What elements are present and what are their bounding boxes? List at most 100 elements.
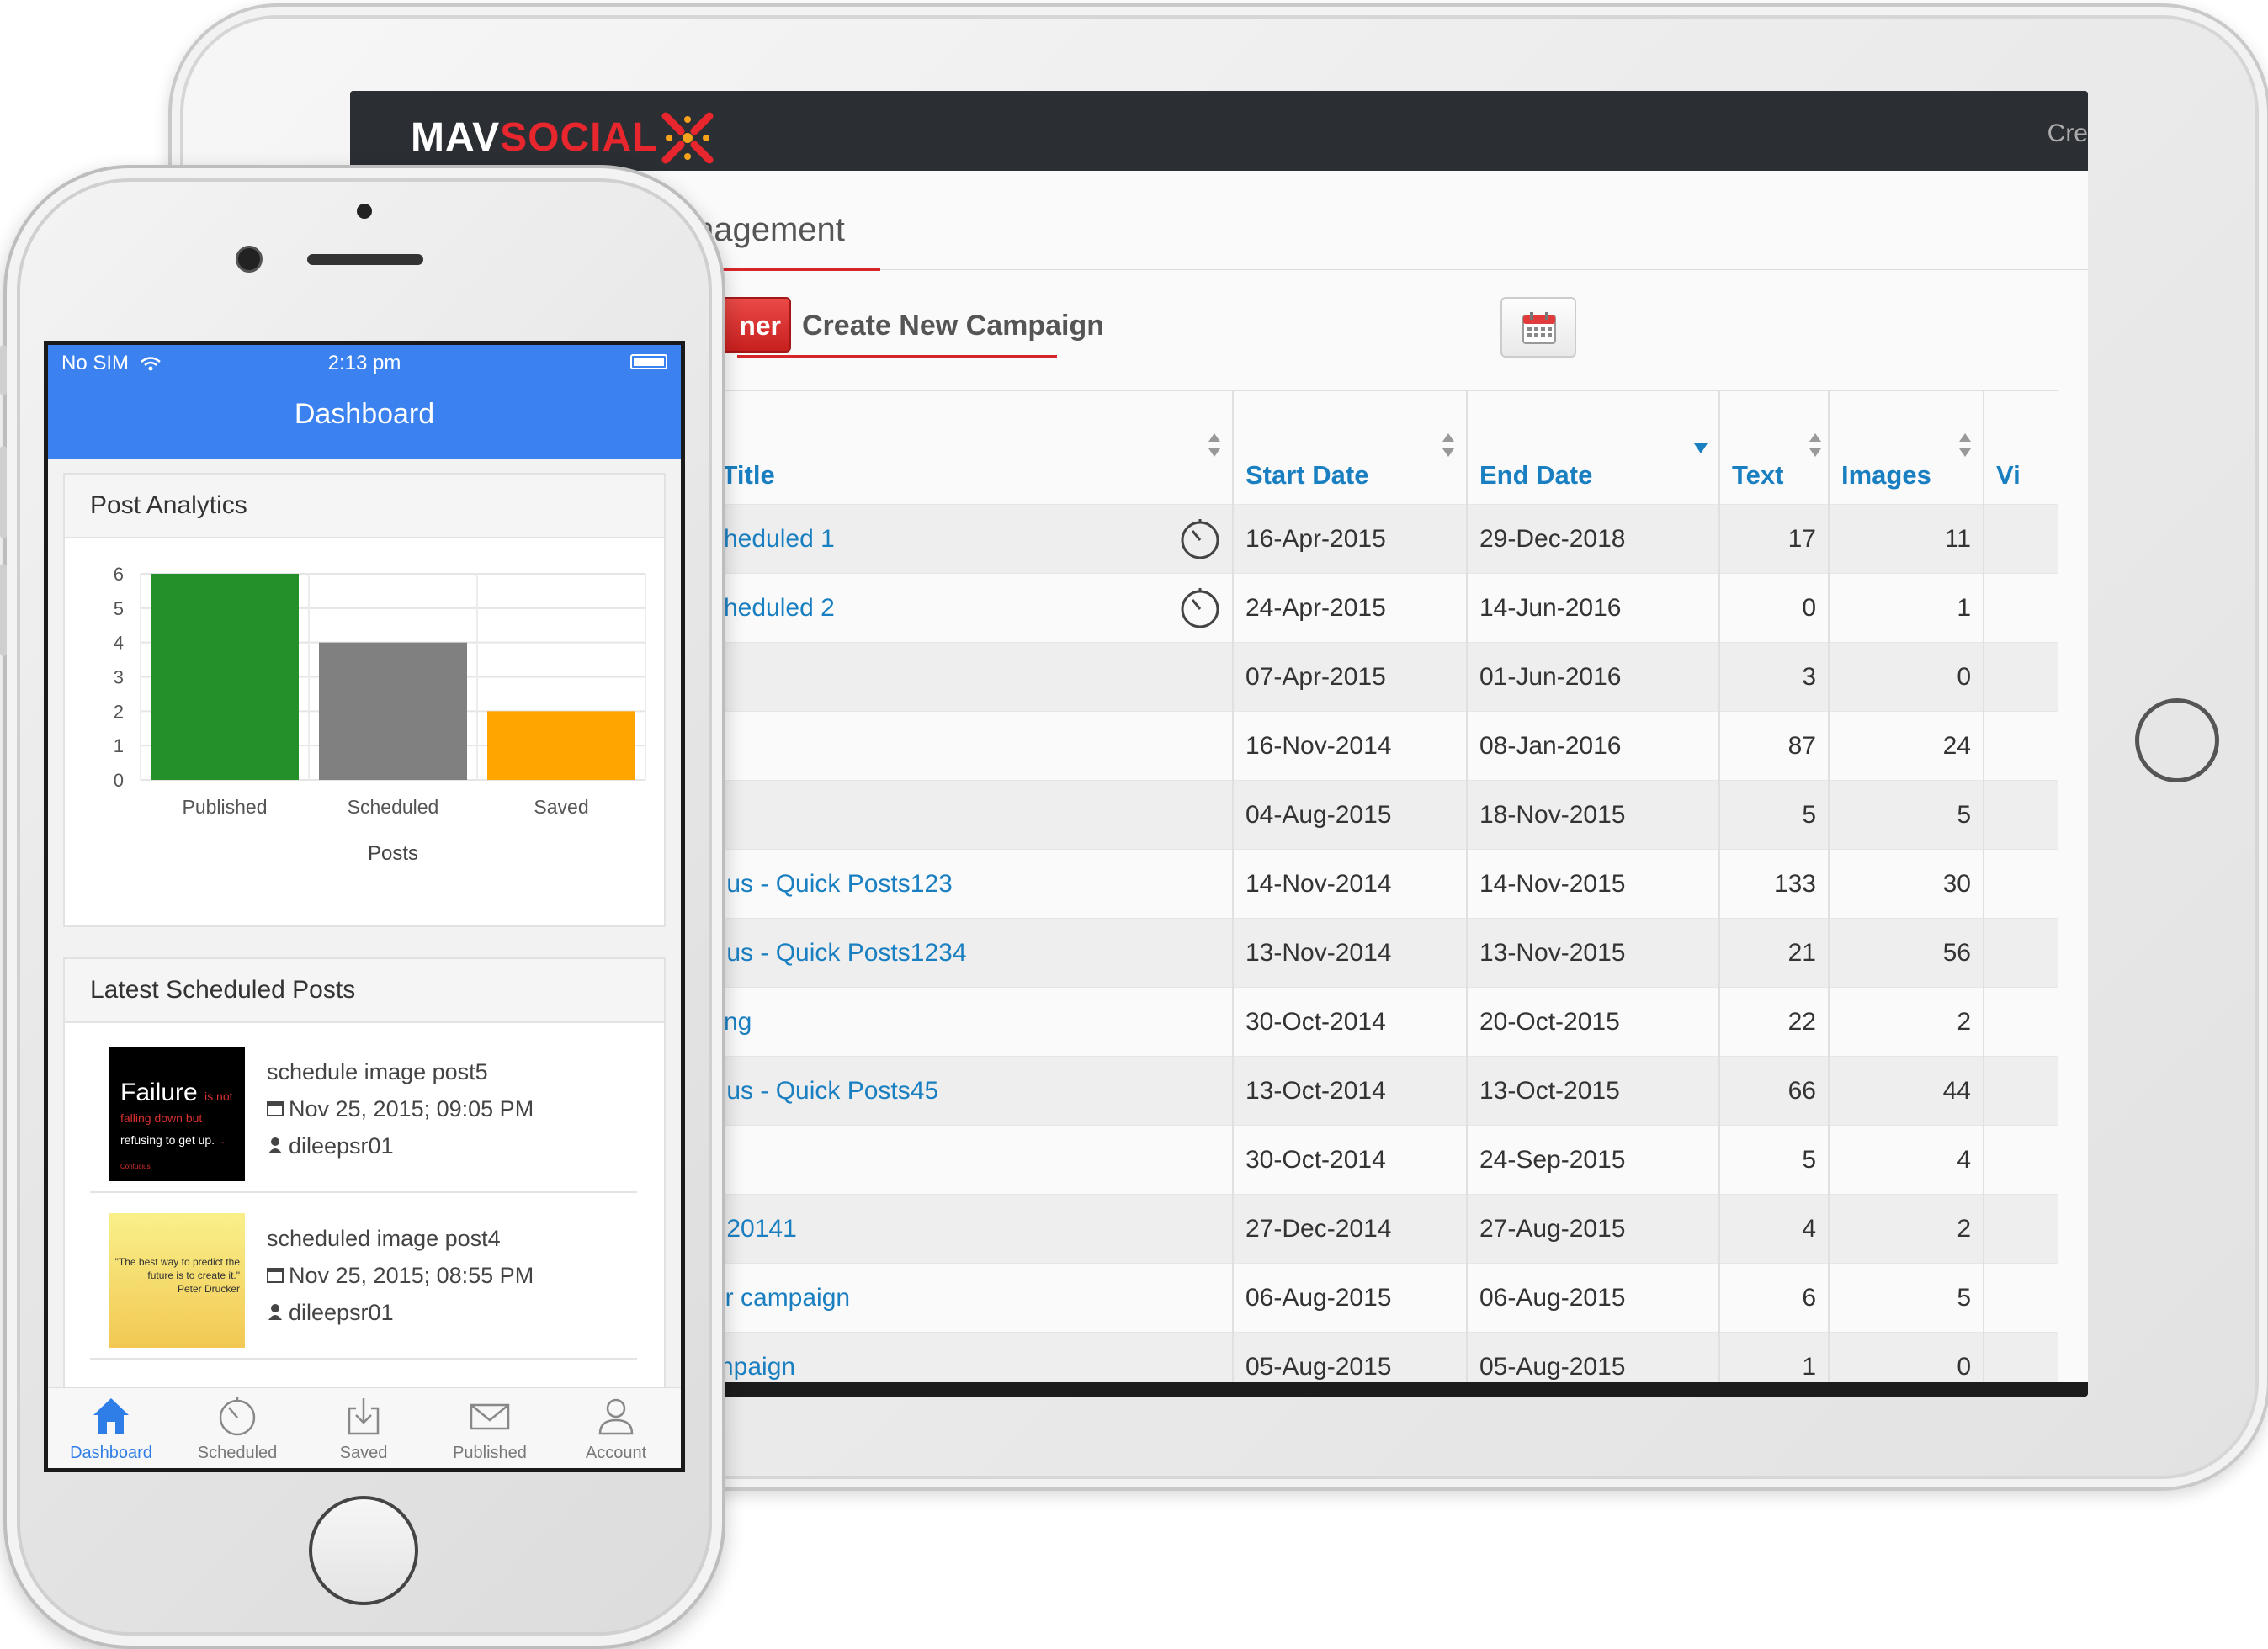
post-user: dileepsr01	[267, 1294, 534, 1331]
tab-dashboard[interactable]: Dashboard	[48, 1388, 174, 1468]
phone-speaker	[307, 254, 423, 265]
y-tick-label: 0	[114, 770, 124, 791]
timer-icon[interactable]	[1178, 586, 1222, 629]
col-video-label: Vi	[1996, 460, 2021, 490]
table-row[interactable]: 330-Oct-201424-Sep-201554	[687, 1125, 2058, 1195]
campaign-title-cell[interactable]: scheduled 1	[687, 504, 1234, 574]
table-row[interactable]: eous - Quick Posts1234 13-Nov-2014 13-Nov-…	[687, 918, 2058, 988]
create-campaign-link[interactable]: Create New Campaign	[802, 310, 1104, 342]
campaign-title-cell[interactable]: scheduled 2	[687, 573, 1234, 643]
col-campaign-title[interactable]: n Title	[687, 390, 1234, 505]
col-video[interactable]: Vi	[1984, 390, 2058, 505]
text-count-cell: 4	[1719, 1194, 1830, 1264]
campaign-title[interactable]: eous - Quick Posts123	[698, 870, 953, 898]
col-start-date[interactable]: Start Date	[1233, 390, 1468, 505]
tab-account[interactable]: Account	[553, 1388, 679, 1468]
quote-rest: refusing to get up.	[120, 1133, 215, 1147]
post-analytics-chart: 0 1 2 3 4 5 6 Published Scheduled Saved Posts	[114, 564, 646, 865]
page-title: nagement	[695, 211, 845, 248]
phone-proximity-sensor	[357, 204, 372, 219]
video-count-cell	[1984, 504, 2058, 574]
start-date-cell: 30-Oct-2014	[1233, 1125, 1468, 1195]
list-item[interactable]: Failure is not falling down but refusing…	[90, 1025, 637, 1193]
campaign-title-cell[interactable]: e	[687, 780, 1234, 850]
mavsocial-logo: MAVSOCIAL	[411, 114, 657, 161]
tab-bar: Dashboard Scheduled Saved Published Acco…	[48, 1387, 681, 1468]
table-row[interactable]: eous - Quick Posts45 13-Oct-2014 13-Oct-20…	[687, 1056, 2058, 1126]
campaign-title-cell[interactable]: eous - Quick Posts1234	[687, 918, 1234, 988]
col-end-date[interactable]: End Date	[1467, 390, 1720, 505]
campaign-title-cell[interactable]: sting	[687, 987, 1234, 1057]
table-header-row: n Title Start Date End Date Text Images …	[687, 390, 2058, 505]
images-count-cell: 2	[1829, 1194, 1984, 1264]
start-date-cell: 13-Nov-2014	[1233, 918, 1468, 988]
campaign-title[interactable]: eous - Quick Posts1234	[698, 939, 967, 967]
video-count-cell	[1984, 987, 2058, 1057]
calendar-icon	[1522, 312, 1556, 344]
tablet-home-button[interactable]	[2135, 698, 2219, 782]
sort-icon[interactable]	[1957, 432, 1973, 459]
phone-mute-switch	[0, 345, 7, 395]
post-user: dileepsr01	[267, 1127, 534, 1164]
images-count-cell: 30	[1829, 849, 1984, 919]
calendar-button[interactable]	[1500, 297, 1576, 358]
quote-red: falling down but	[120, 1111, 203, 1125]
table-row[interactable]: scheduled 2 24-Apr-2015 14-Jun-2016 0 1	[687, 573, 2058, 643]
start-date-cell: 06-Aug-2015	[1233, 1263, 1468, 1333]
list-item[interactable]: "The best way to predict the future is t…	[90, 1191, 637, 1360]
video-count-cell	[1984, 1056, 2058, 1126]
campaign-title-cell[interactable]: 3	[687, 1125, 1234, 1195]
campaign-title-cell[interactable]	[687, 642, 1234, 712]
campaign-title-cell[interactable]: eous - Quick Posts123	[687, 849, 1234, 919]
end-date-cell: 08-Jan-2016	[1467, 711, 1720, 781]
text-count-cell: 5	[1719, 1125, 1830, 1195]
post-thumbnail: Failure is not falling down but refusing…	[109, 1047, 245, 1181]
latest-posts-card: Latest Scheduled Posts Failure is not fa…	[63, 957, 666, 1429]
campaign-title-cell[interactable]: 1220141	[687, 1194, 1234, 1264]
sort-icon[interactable]	[1808, 432, 1823, 459]
x-tick-label: Scheduled	[348, 796, 439, 818]
tab-saved[interactable]: Saved	[300, 1388, 427, 1468]
latest-title: Latest Scheduled Posts	[65, 959, 664, 1023]
sort-icon[interactable]	[1207, 432, 1222, 459]
bar-scheduled	[319, 642, 467, 780]
campaign-title-cell[interactable]	[687, 711, 1234, 781]
start-date-cell: 27-Dec-2014	[1233, 1194, 1468, 1264]
sort-desc-icon[interactable]	[1693, 432, 1708, 459]
phone-home-button[interactable]	[309, 1496, 418, 1605]
post-details: scheduled image post4 Nov 25, 2015; 08:5…	[267, 1220, 534, 1331]
table-row[interactable]: e04-Aug-201518-Nov-201555	[687, 780, 2058, 850]
quote-small: is not	[204, 1090, 233, 1103]
calendar-icon	[267, 1101, 284, 1116]
campaign-title[interactable]: eous - Quick Posts45	[698, 1077, 938, 1105]
table-row[interactable]: sting30-Oct-201420-Oct-2015222	[687, 987, 2058, 1057]
table-row[interactable]: scheduled 1 16-Apr-2015 29-Dec-2018 17 11	[687, 504, 2058, 574]
quote-big: Failure	[120, 1079, 198, 1106]
x-axis-label: Posts	[368, 842, 418, 865]
user-icon	[268, 1137, 282, 1153]
timer-icon[interactable]	[1178, 517, 1222, 560]
y-tick-label: 4	[114, 633, 124, 654]
end-date-cell: 18-Nov-2015	[1467, 780, 1720, 850]
post-thumbnail: "The best way to predict the future is t…	[109, 1213, 245, 1348]
table-row[interactable]: 1220141 27-Dec-2014 27-Aug-2015 4 2	[687, 1194, 2058, 1264]
images-count-cell: 44	[1829, 1056, 1984, 1126]
table-row[interactable]: ser campaign 06-Aug-2015 06-Aug-2015 6 5	[687, 1263, 2058, 1333]
logo-text-red: SOCIAL	[500, 115, 658, 160]
col-text[interactable]: Text	[1719, 390, 1830, 505]
campaign-title-cell[interactable]: eous - Quick Posts45	[687, 1056, 1234, 1126]
table-row[interactable]: 16-Nov-2014 08-Jan-2016 87 24	[687, 711, 2058, 781]
battery-icon	[630, 354, 667, 369]
campaign-title-cell[interactable]: ser campaign	[687, 1263, 1234, 1333]
col-images[interactable]: Images	[1829, 390, 1984, 505]
tab-scheduled[interactable]: Scheduled	[174, 1388, 300, 1468]
sort-icon[interactable]	[1441, 432, 1456, 459]
video-count-cell	[1984, 849, 2058, 919]
end-date-cell: 20-Oct-2015	[1467, 987, 1720, 1057]
table-row[interactable]: 07-Apr-2015 01-Jun-2016 3 0	[687, 642, 2058, 712]
tab-label: Dashboard	[70, 1444, 152, 1462]
text-count-cell: 87	[1719, 711, 1830, 781]
table-row[interactable]: eous - Quick Posts123 14-Nov-2014 14-Nov-2…	[687, 849, 2058, 919]
tab-published[interactable]: Published	[427, 1388, 553, 1468]
header-create-link[interactable]: Cre	[2048, 119, 2088, 148]
